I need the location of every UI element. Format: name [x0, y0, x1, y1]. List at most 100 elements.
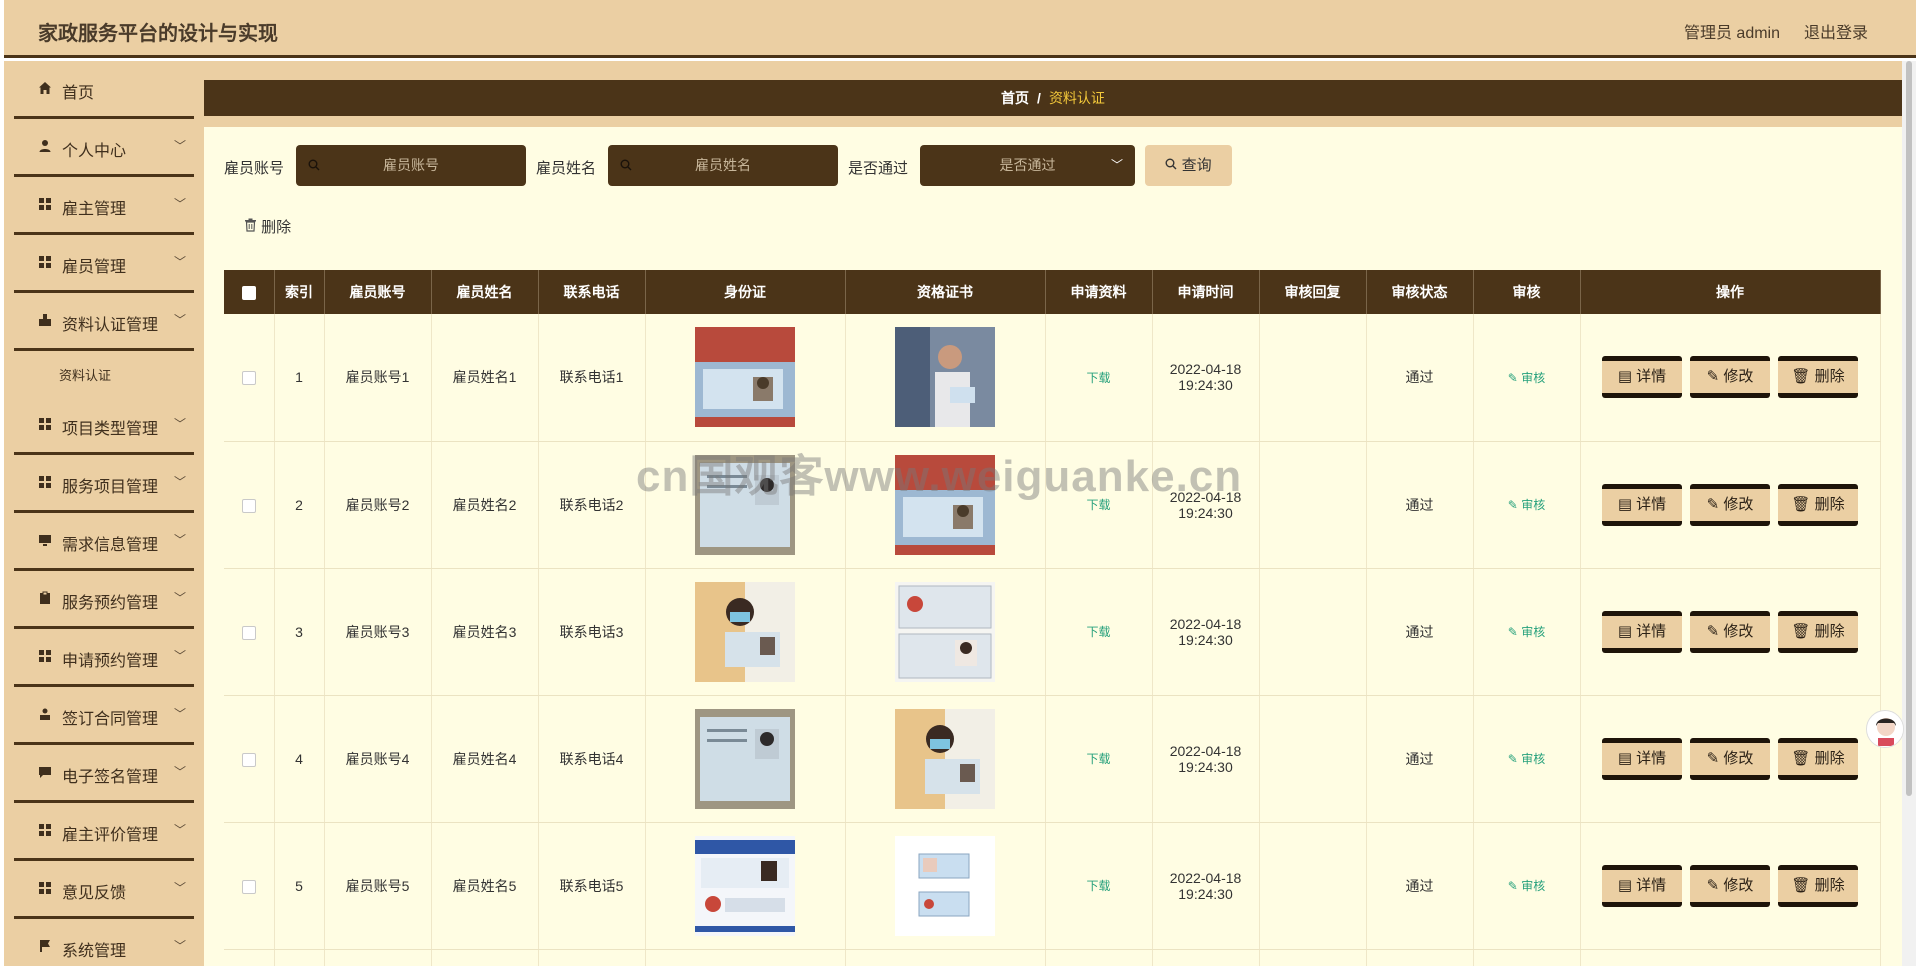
- delete-button[interactable]: 🗑 删除: [1778, 356, 1858, 399]
- breadcrumb: 首页 / 资料认证: [204, 80, 1902, 116]
- id-card-thumbnail[interactable]: [695, 581, 795, 682]
- audit-link[interactable]: ✎ 审核: [1508, 371, 1545, 385]
- sidebar-item-cert-mgmt[interactable]: 资料认证管理 ﹀: [4, 293, 204, 351]
- row-index: 1: [274, 314, 325, 442]
- audit-link[interactable]: ✎ 审核: [1508, 752, 1545, 766]
- pass-select[interactable]: 是否通过 ﹀: [920, 145, 1135, 186]
- detail-button[interactable]: ▤ 详情: [1602, 356, 1682, 399]
- pencil-icon: ✎: [1507, 752, 1518, 766]
- sidebar-item-home[interactable]: 首页: [4, 61, 204, 119]
- detail-button[interactable]: ▤ 详情: [1602, 483, 1682, 526]
- certificate-thumbnail[interactable]: [895, 327, 995, 428]
- row-checkbox[interactable]: [241, 498, 256, 513]
- id-card-thumbnail[interactable]: [695, 327, 795, 428]
- row-checkbox[interactable]: [241, 879, 256, 894]
- sidebar-item-demand-mgmt[interactable]: 需求信息管理 ﹀: [4, 513, 204, 571]
- sidebar-item-employer-mgmt[interactable]: 雇主管理 ﹀: [4, 177, 204, 235]
- assistant-avatar-icon[interactable]: [1866, 710, 1904, 748]
- app-title: 家政服务平台的设计与实现: [38, 23, 278, 45]
- edit-button[interactable]: ✎ 修改: [1690, 356, 1770, 399]
- chevron-down-icon: ﹀: [174, 139, 187, 153]
- chevron-down-icon: ﹀: [174, 881, 187, 895]
- sidebar-item-label: 申请预约管理: [62, 653, 159, 670]
- column-header: 索引: [274, 270, 325, 314]
- download-link[interactable]: 下载: [1086, 625, 1110, 639]
- sidebar-item-signature-mgmt[interactable]: 电子签名管理 ﹀: [4, 745, 204, 803]
- detail-button[interactable]: ▤ 详情: [1602, 864, 1682, 907]
- breadcrumb-home[interactable]: 首页: [1001, 90, 1029, 106]
- sidebar-item-apply-booking-mgmt[interactable]: 申请预约管理 ﹀: [4, 629, 204, 687]
- chevron-down-icon: ﹀: [174, 475, 187, 489]
- select-all-checkbox[interactable]: [241, 286, 256, 301]
- sidebar-item-contract-mgmt[interactable]: 签订合同管理 ﹀: [4, 687, 204, 745]
- grid-icon: [38, 881, 52, 895]
- document-icon: ▤: [1617, 622, 1632, 640]
- table-row: 1 雇员账号1 雇员姓名1 联系电话1 下载 2022-04-18 19:24:3…: [224, 314, 1881, 442]
- trash-icon: 🗑: [1791, 368, 1811, 386]
- name-placeholder: 雇员姓名: [695, 157, 751, 173]
- edit-button[interactable]: ✎ 修改: [1690, 864, 1770, 907]
- sidebar-item-service-project-mgmt[interactable]: 服务项目管理 ﹀: [4, 455, 204, 513]
- audit-reply: [1259, 568, 1367, 696]
- audit-link[interactable]: ✎ 审核: [1508, 879, 1545, 893]
- sidebar-item-label: 资料认证管理: [62, 317, 159, 334]
- download-link[interactable]: 下载: [1086, 371, 1110, 385]
- detail-button[interactable]: ▤ 详情: [1602, 737, 1682, 780]
- audit-status: 通过: [1366, 695, 1474, 823]
- phone: 联系电话5: [538, 822, 646, 950]
- detail-button[interactable]: ▤ 详情: [1602, 610, 1682, 653]
- column-header: 审核回复: [1259, 270, 1367, 314]
- delete-button[interactable]: 🗑 删除: [1778, 864, 1858, 907]
- delete-button[interactable]: 🗑 删除: [1778, 737, 1858, 780]
- download-link[interactable]: 下载: [1086, 879, 1110, 893]
- table-row: 4 雇员账号4 雇员姓名4 联系电话4 下载 2022-04-18 19:24:3…: [224, 695, 1881, 823]
- edit-button[interactable]: ✎ 修改: [1690, 737, 1770, 780]
- trash-icon: 🗑: [1791, 495, 1811, 513]
- certificate-thumbnail[interactable]: [895, 708, 995, 809]
- sidebar-item-service-booking-mgmt[interactable]: 服务预约管理 ﹀: [4, 571, 204, 629]
- download-link[interactable]: 下载: [1086, 752, 1110, 766]
- audit-link[interactable]: ✎ 审核: [1508, 625, 1545, 639]
- certificate-thumbnail[interactable]: [895, 581, 995, 682]
- batch-delete-button[interactable]: 删除: [244, 216, 291, 237]
- row-checkbox[interactable]: [241, 625, 256, 640]
- vertical-scrollbar[interactable]: [1902, 61, 1916, 966]
- sidebar-item-project-type-mgmt[interactable]: 项目类型管理 ﹀: [4, 397, 204, 455]
- id-card-thumbnail[interactable]: [695, 835, 795, 936]
- name-search-input[interactable]: 雇员姓名: [608, 145, 838, 186]
- pencil-icon: ✎: [1507, 625, 1518, 639]
- sidebar-subitem-cert[interactable]: 资料认证: [4, 351, 204, 397]
- logout-link[interactable]: 退出登录: [1804, 19, 1868, 43]
- sidebar-item-review-mgmt[interactable]: 雇主评价管理 ﹀: [4, 803, 204, 861]
- pencil-icon: ✎: [1706, 368, 1720, 386]
- edit-button[interactable]: ✎ 修改: [1690, 483, 1770, 526]
- sidebar-item-personal-center[interactable]: 个人中心 ﹀: [4, 119, 204, 177]
- select-all-header[interactable]: [224, 270, 275, 314]
- edit-button[interactable]: ✎ 修改: [1690, 610, 1770, 653]
- sidebar-item-feedback[interactable]: 意见反馈 ﹀: [4, 861, 204, 919]
- sidebar-item-employee-mgmt[interactable]: 雇员管理 ﹀: [4, 235, 204, 293]
- delete-button[interactable]: 🗑 删除: [1778, 483, 1858, 526]
- phone: 联系电话3: [538, 568, 646, 696]
- admin-label: 管理员 admin: [1683, 25, 1780, 42]
- pencil-icon: ✎: [1706, 495, 1720, 513]
- trash-icon: 🗑: [1791, 876, 1811, 894]
- row-checkbox[interactable]: [241, 752, 256, 767]
- audit-link[interactable]: ✎ 审核: [1508, 498, 1545, 512]
- top-header: 家政服务平台的设计与实现 管理员 admin 退出登录: [4, 0, 1916, 58]
- employee-name: 雇员姓名1: [431, 314, 539, 442]
- scrollbar-thumb[interactable]: [1906, 61, 1912, 796]
- audit-reply: [1259, 314, 1367, 442]
- sidebar-item-label: 雇员管理: [62, 259, 127, 276]
- account-search-input[interactable]: 雇员账号: [296, 145, 526, 186]
- sidebar-item-system-mgmt[interactable]: 系统管理 ﹀: [4, 919, 204, 966]
- table-row: 5 雇员账号5 雇员姓名5 联系电话5 下载 2022-04-18 19:24:3…: [224, 822, 1881, 950]
- table-row: [224, 949, 1881, 966]
- row-checkbox[interactable]: [241, 371, 256, 386]
- certificate-thumbnail[interactable]: [895, 835, 995, 936]
- delete-button[interactable]: 🗑 删除: [1778, 610, 1858, 653]
- id-card-thumbnail[interactable]: [695, 708, 795, 809]
- chevron-down-icon: ﹀: [174, 197, 187, 211]
- query-button[interactable]: 查询: [1145, 145, 1232, 186]
- search-icon: [620, 145, 632, 187]
